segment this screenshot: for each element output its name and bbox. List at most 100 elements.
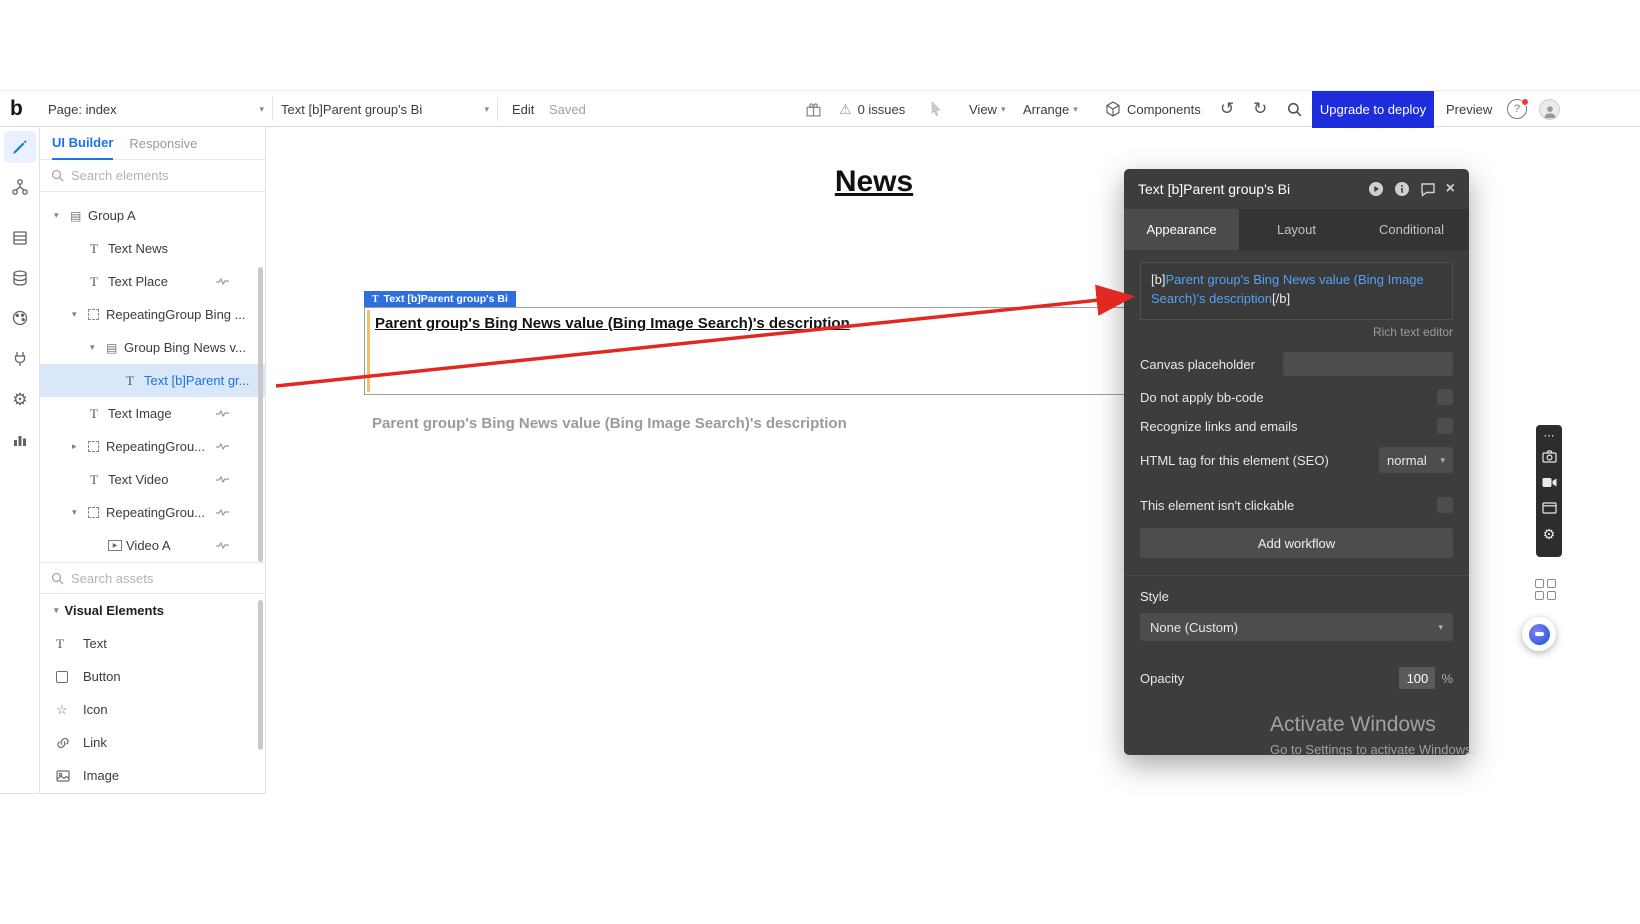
text-element-below[interactable]: Parent group's Bing News value (Bing Ima…: [372, 415, 847, 432]
rich-text-editor-link[interactable]: Rich text editor: [1140, 325, 1453, 339]
tree-scrollbar[interactable]: [258, 267, 263, 562]
component-grid-icon[interactable]: [1535, 579, 1556, 600]
search-assets-placeholder: Search assets: [71, 571, 153, 586]
html-tag-label: HTML tag for this element (SEO): [1140, 453, 1329, 468]
visual-elements-header[interactable]: ▾ Visual Elements: [40, 594, 265, 627]
clickable-label: This element isn't clickable: [1140, 498, 1294, 513]
design-mode-button[interactable]: [4, 131, 36, 163]
add-workflow-button[interactable]: Add workflow: [1140, 528, 1453, 558]
opacity-row: Opacity 100 %: [1140, 667, 1453, 689]
tab-appearance[interactable]: Appearance: [1124, 209, 1239, 250]
layers-icon: [11, 229, 29, 247]
property-editor-header[interactable]: Text [b]Parent group's Bi ×: [1124, 169, 1469, 209]
redo-icon[interactable]: ↻: [1253, 91, 1267, 127]
caret-down-icon[interactable]: ▾: [54, 210, 70, 221]
gift-icon[interactable]: [805, 91, 822, 127]
caret-down-icon[interactable]: ▾: [72, 507, 88, 518]
palette-item-button[interactable]: Button: [40, 660, 265, 693]
text-icon: T: [56, 636, 74, 652]
comment-icon[interactable]: [1420, 182, 1436, 197]
tree-item-text-place[interactable]: T Text Place: [40, 265, 266, 298]
tree-item-repeatinggroup-2[interactable]: ▸ RepeatingGrou...: [40, 430, 266, 463]
view-menu[interactable]: View ▾: [969, 91, 1005, 127]
element-selector[interactable]: Text [b]Parent group's Bi ▾: [281, 91, 489, 127]
issues-indicator[interactable]: ⚠ 0 issues: [839, 91, 905, 127]
visual-elements-title: Visual Elements: [65, 603, 164, 618]
run-icon[interactable]: [1368, 181, 1384, 197]
text-icon: T: [90, 472, 108, 488]
tree-item-label: Text Place: [108, 274, 168, 289]
styles-button[interactable]: [4, 302, 36, 334]
gear-icon[interactable]: ⚙: [1536, 521, 1562, 547]
html-tag-dropdown[interactable]: normal ▾: [1379, 447, 1453, 473]
tab-ui-builder[interactable]: UI Builder: [52, 127, 113, 160]
palette-item-link[interactable]: Link: [40, 726, 265, 759]
preview-button[interactable]: Preview: [1446, 91, 1492, 127]
search-assets-input[interactable]: Search assets: [40, 562, 265, 594]
canvas-placeholder-input[interactable]: [1283, 352, 1453, 376]
tree-item-repeatinggroup-bing[interactable]: ▾ RepeatingGroup Bing ...: [40, 298, 266, 331]
opacity-label: Opacity: [1140, 671, 1184, 686]
account-button[interactable]: [1539, 91, 1560, 127]
palette-item-text[interactable]: T Text: [40, 627, 265, 660]
camera-icon[interactable]: [1536, 443, 1562, 469]
text-icon: T: [126, 373, 144, 389]
dynamic-data-icon: [215, 277, 230, 286]
bb-code-checkbox[interactable]: [1437, 389, 1453, 405]
selection-label-chip[interactable]: T Text [b]Parent group's Bi: [364, 291, 516, 307]
data-button[interactable]: [4, 262, 36, 294]
help-button[interactable]: ?: [1507, 91, 1527, 127]
tree-item-video-a[interactable]: ▶ Video A: [40, 529, 266, 562]
tab-layout[interactable]: Layout: [1239, 209, 1354, 250]
video-camera-icon[interactable]: [1536, 469, 1562, 495]
tab-conditional[interactable]: Conditional: [1354, 209, 1469, 250]
info-icon[interactable]: [1394, 181, 1410, 197]
links-emails-checkbox[interactable]: [1437, 418, 1453, 434]
rich-text-editor[interactable]: [b]Parent group's Bing News value (Bing …: [1140, 262, 1453, 320]
bb-code-label: Do not apply bb-code: [1140, 390, 1264, 405]
arrange-menu[interactable]: Arrange ▾: [1023, 91, 1078, 127]
tree-item-repeatinggroup-3[interactable]: ▾ RepeatingGrou...: [40, 496, 266, 529]
pages-button[interactable]: [4, 222, 36, 254]
tree-item-text-news[interactable]: T Text News: [40, 232, 266, 265]
search-icon[interactable]: [1287, 91, 1302, 127]
workflow-mode-button[interactable]: [4, 171, 36, 203]
components-button[interactable]: Components: [1105, 91, 1201, 127]
clickable-checkbox[interactable]: [1437, 497, 1453, 513]
style-dropdown[interactable]: None (Custom) ▾: [1140, 613, 1453, 641]
tree-item-text-parent-selected[interactable]: T Text [b]Parent gr...: [40, 364, 266, 397]
links-emails-row: Recognize links and emails: [1140, 418, 1453, 434]
visual-elements-list: T Text Button ☆ Icon Link Image: [40, 627, 265, 792]
logs-button[interactable]: [4, 424, 36, 456]
search-elements-input[interactable]: Search elements: [40, 160, 265, 192]
cursor-tool-icon[interactable]: [929, 91, 943, 127]
tree-item-text-video[interactable]: T Text Video: [40, 463, 266, 496]
bb-close-tag: [/b]: [1272, 291, 1290, 306]
chat-widget[interactable]: [1522, 617, 1556, 651]
issues-count: 0 issues: [858, 102, 906, 117]
palette-item-image[interactable]: Image: [40, 759, 265, 792]
chevron-down-icon: ▾: [484, 104, 489, 115]
palette-item-icon[interactable]: ☆ Icon: [40, 693, 265, 726]
html-tag-row: HTML tag for this element (SEO) normal ▾: [1140, 447, 1453, 473]
tree-item-group-a[interactable]: ▾ ▤ Group A: [40, 199, 266, 232]
tree-item-group-bing-news[interactable]: ▾ ▤ Group Bing News v...: [40, 331, 266, 364]
plugins-button[interactable]: [4, 343, 36, 375]
opacity-input[interactable]: 100: [1399, 667, 1435, 689]
bb-open-tag: [b]: [1151, 272, 1165, 287]
assets-scrollbar[interactable]: [258, 600, 263, 750]
star-icon: ☆: [56, 702, 74, 718]
window-icon[interactable]: [1536, 495, 1562, 521]
caret-right-icon[interactable]: ▸: [72, 441, 88, 452]
settings-button[interactable]: ⚙: [4, 384, 36, 416]
tab-responsive[interactable]: Responsive: [129, 127, 197, 160]
tree-item-text-image[interactable]: T Text Image: [40, 397, 266, 430]
caret-down-icon[interactable]: ▾: [90, 342, 106, 353]
caret-down-icon[interactable]: ▾: [72, 309, 88, 320]
upgrade-to-deploy-button[interactable]: Upgrade to deploy: [1312, 91, 1434, 128]
edit-menu[interactable]: Edit: [512, 91, 534, 127]
page-selector[interactable]: Page: index ▾: [48, 91, 264, 127]
more-icon[interactable]: ⋯: [1536, 427, 1562, 443]
undo-icon[interactable]: ↺: [1220, 91, 1234, 127]
close-icon[interactable]: ×: [1446, 180, 1455, 198]
